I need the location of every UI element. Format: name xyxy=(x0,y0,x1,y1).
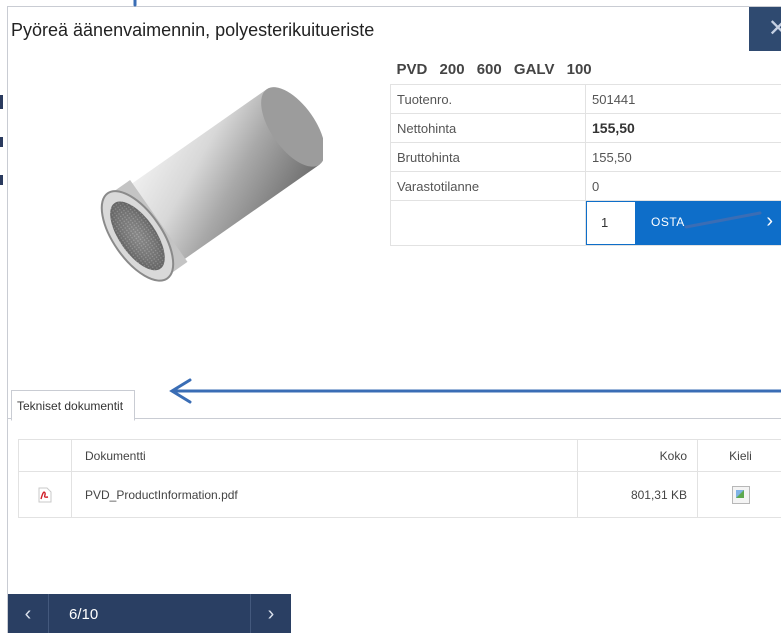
background-edge xyxy=(0,0,7,633)
product-modal: Pyöreä äänenvaimennin, polyesterikuituer… xyxy=(7,6,781,633)
broken-image-icon xyxy=(731,485,750,504)
spec-row: Tuotenro. 501441 xyxy=(390,84,781,114)
close-icon: ✕ xyxy=(767,15,781,42)
page-counter: 6/10 xyxy=(69,606,99,623)
documents-table: Dokumentti Koko Kieli PVD_ProductInforma… xyxy=(18,439,781,518)
table-row[interactable]: PVD_ProductInformation.pdf 801,31 KB xyxy=(18,471,781,518)
order-spacer xyxy=(390,200,586,246)
chevron-right-icon: › xyxy=(766,210,773,232)
spec-value: 501441 xyxy=(585,84,781,114)
product-code: PVD 200 600 GALV 100 xyxy=(390,55,781,85)
spec-row: Nettohinta 155,50 xyxy=(390,113,781,143)
tab-technical-documents[interactable]: Tekniset dokumentit xyxy=(11,390,136,421)
order-cell: 1 OSTA › xyxy=(585,200,781,246)
add-to-cart-button[interactable]: 1 OSTA › xyxy=(586,201,781,245)
background-mark xyxy=(0,137,3,147)
spec-value: 0 xyxy=(585,171,781,201)
net-price-value: 155,50 xyxy=(585,113,781,143)
spec-value: 155,50 xyxy=(585,142,781,172)
next-button[interactable]: › xyxy=(250,594,291,633)
spec-label: Varastotilanne xyxy=(390,171,586,201)
close-button[interactable]: ✕ xyxy=(749,7,781,51)
pagination-bar: ‹ 6/10 › xyxy=(8,594,291,633)
spec-label: Nettohinta xyxy=(390,113,586,143)
order-row: 1 OSTA › xyxy=(390,200,781,246)
header-language: Kieli xyxy=(697,439,781,472)
background-mark xyxy=(0,95,3,109)
previous-button[interactable]: ‹ xyxy=(8,594,49,633)
header-document: Dokumentti xyxy=(71,439,578,472)
pdf-cell[interactable] xyxy=(18,471,72,518)
page: Pyöreä äänenvaimennin, polyesterikuituer… xyxy=(0,0,781,633)
spec-row: Varastotilanne 0 xyxy=(390,171,781,201)
add-to-cart-label: OSTA xyxy=(651,215,685,229)
documents-header-row: Dokumentti Koko Kieli xyxy=(18,439,781,472)
language-cell xyxy=(697,471,781,518)
pdf-icon xyxy=(38,487,52,502)
spec-label: Bruttohinta xyxy=(390,142,586,172)
spec-table: PVD 200 600 GALV 100 Tuotenro. 501441 Ne… xyxy=(390,55,781,246)
spec-row: Bruttohinta 155,50 xyxy=(390,142,781,172)
spec-label: Tuotenro. xyxy=(390,84,586,114)
document-name[interactable]: PVD_ProductInformation.pdf xyxy=(71,471,578,518)
header-size: Koko xyxy=(577,439,698,472)
product-code-row: PVD 200 600 GALV 100 xyxy=(390,55,781,85)
document-size: 801,31 KB xyxy=(577,471,698,518)
product-image xyxy=(100,87,323,282)
header-icon-column xyxy=(18,439,72,472)
background-mark xyxy=(0,175,3,185)
modal-title: Pyöreä äänenvaimennin, polyesterikuituer… xyxy=(11,20,375,40)
quantity-input[interactable]: 1 xyxy=(586,201,636,245)
